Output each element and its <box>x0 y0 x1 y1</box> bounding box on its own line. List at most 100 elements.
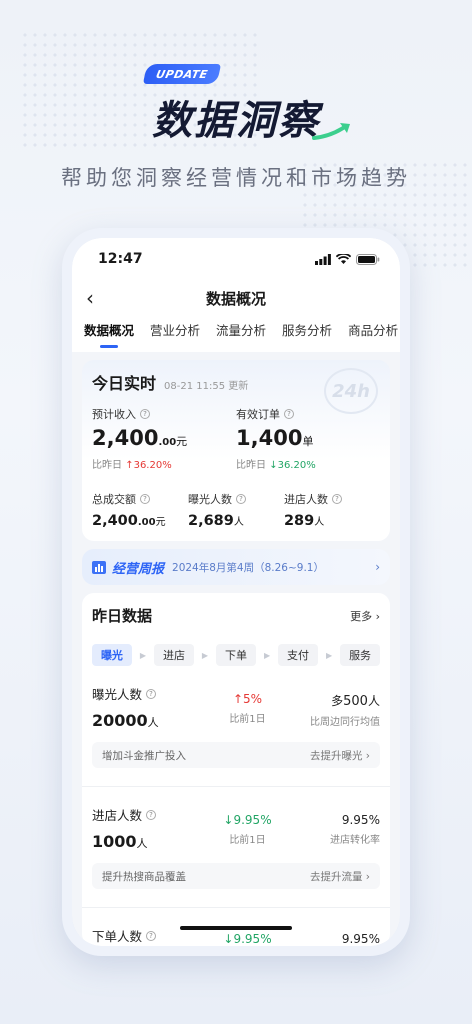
visitors-label: 进店人数 <box>283 493 328 506</box>
tab-service[interactable]: 服务分析 <box>282 316 332 352</box>
suggestion-link: 去提升流量 <box>309 870 363 883</box>
today-realtime-card: 24h 今日实时 08-21 11:55 更新 预计收入? 2,400.00元 … <box>82 360 390 541</box>
suggestion-row[interactable]: 提升热搜商品覆盖 去提升流量 › <box>92 863 380 889</box>
gmv-decimal: .00 <box>137 517 156 528</box>
step-arrow-icon: ▶ <box>139 650 147 660</box>
help-icon[interactable]: ? <box>140 409 150 419</box>
suggestion-link: 去提升曝光 <box>309 749 363 762</box>
metric-visitors: 进店人数? 1000人 ↓9.95% 比前1日 9.95% 进店转化率 提升热搜… <box>92 805 380 889</box>
orders-unit: 单 <box>302 435 314 448</box>
weekly-report-period: 2024年8月第4周（8.26~9.1） <box>172 561 324 574</box>
suggestion-row[interactable]: 增加斗金推广投入 去提升曝光 › <box>92 742 380 768</box>
more-label: 更多 <box>350 609 373 623</box>
revenue-stat[interactable]: 预计收入? 2,400.00元 比昨日 ↑36.20% <box>92 406 236 471</box>
app-screen: 12:47 ‹ 数据概况 数据概况 营业分析 流量分析 服务分析 商品分析 24… <box>72 238 400 946</box>
metric-change-label: 比前1日 <box>229 835 266 846</box>
metric-unit: 人 <box>136 837 148 850</box>
today-title: 今日实时 <box>92 374 157 393</box>
help-icon[interactable]: ? <box>331 494 342 504</box>
more-link[interactable]: 更多 › <box>350 608 380 624</box>
revenue-value: 2,400 <box>92 426 159 450</box>
battery-icon <box>356 253 380 265</box>
weekly-report-title: 经营周报 <box>112 561 165 577</box>
exposure-value: 2,689 <box>187 513 234 529</box>
gmv-unit: 元 <box>155 517 166 528</box>
down-arrow-icon: ↓ <box>269 460 278 471</box>
orders-change: 36.20% <box>277 460 316 471</box>
promo-banner: UPDATE 数据洞察 帮助您洞察经营情况和市场趋势 <box>0 58 472 208</box>
metric-label: 下单人数 <box>92 929 143 944</box>
gmv-value: 2,400 <box>92 513 138 529</box>
tab-bar: 数据概况 营业分析 流量分析 服务分析 商品分析 <box>72 316 400 352</box>
update-timestamp: 08-21 11:55 更新 <box>164 381 249 392</box>
tab-traffic[interactable]: 流量分析 <box>216 316 266 352</box>
weekly-report-banner[interactable]: 经营周报 2024年8月第4周（8.26~9.1） › <box>82 549 390 585</box>
revenue-change: 36.20% <box>133 460 172 471</box>
home-indicator[interactable] <box>180 926 292 930</box>
promo-headline: 数据洞察 <box>152 98 320 144</box>
tab-overview[interactable]: 数据概况 <box>84 316 134 352</box>
compare-label: 比昨日 <box>236 460 266 471</box>
status-bar: 12:47 <box>72 238 400 280</box>
down-arrow-icon: ↓ <box>223 813 234 827</box>
metric-label: 进店人数 <box>92 808 143 823</box>
step-exposure[interactable]: 曝光 <box>92 644 132 666</box>
page-title: 数据概况 <box>205 289 266 308</box>
step-service[interactable]: 服务 <box>340 644 380 666</box>
gmv-stat[interactable]: 总成交额? 2,400.00元 <box>92 491 188 529</box>
suggestion-text: 提升热搜商品覆盖 <box>102 870 186 883</box>
metric-change: 5% <box>243 692 263 706</box>
orders-value: 1,400 <box>236 426 303 450</box>
help-icon[interactable]: ? <box>140 494 150 504</box>
step-order[interactable]: 下单 <box>216 644 256 666</box>
bar-chart-icon <box>92 560 106 574</box>
nav-bar: ‹ 数据概况 <box>72 280 400 316</box>
step-pay[interactable]: 支付 <box>278 644 318 666</box>
trend-arrow-icon <box>312 123 350 140</box>
help-icon[interactable]: ? <box>284 409 294 419</box>
orders-label: 有效订单 <box>236 408 280 421</box>
visitors-unit: 人 <box>314 517 325 528</box>
metric-unit: 人 <box>147 716 159 729</box>
clock-24h-icon: 24h <box>324 368 378 414</box>
chevron-right-icon: › <box>365 749 370 762</box>
exposure-stat[interactable]: 曝光人数? 2,689人 <box>188 491 284 529</box>
step-visit[interactable]: 进店 <box>154 644 194 666</box>
divider <box>82 907 390 908</box>
chevron-right-icon: › <box>375 560 380 574</box>
suggestion-text: 增加斗金推广投入 <box>102 749 186 762</box>
divider <box>82 786 390 787</box>
visitors-value: 289 <box>283 513 315 529</box>
metric-label: 曝光人数 <box>92 687 143 702</box>
help-icon[interactable]: ? <box>146 809 157 820</box>
yesterday-data-card: 昨日数据 更多 › 曝光 ▶ 进店 ▶ 下单 ▶ 支付 ▶ 服务 曝光人数? 2… <box>82 593 390 946</box>
wifi-icon <box>336 253 351 264</box>
chevron-right-icon: › <box>375 609 380 623</box>
help-icon[interactable]: ? <box>235 494 246 504</box>
promo-subtitle: 帮助您洞察经营情况和市场趋势 <box>61 166 411 190</box>
metric-value: 1000 <box>92 832 137 851</box>
exposure-label: 曝光人数 <box>187 493 232 506</box>
metric-change-label: 比前1日 <box>229 714 266 725</box>
step-arrow-icon: ▶ <box>201 650 209 660</box>
yesterday-title: 昨日数据 <box>92 607 153 625</box>
peer-prefix: 多 <box>331 694 344 708</box>
chevron-right-icon: › <box>365 870 370 883</box>
help-icon[interactable]: ? <box>146 688 157 699</box>
tab-product[interactable]: 商品分析 <box>348 316 398 352</box>
peer-value: 9.95% <box>341 932 380 946</box>
chevron-left-icon[interactable]: ‹ <box>86 286 94 310</box>
peer-value: 9.95% <box>341 813 380 827</box>
metric-change: 9.95% <box>233 932 272 946</box>
tab-business[interactable]: 营业分析 <box>150 316 200 352</box>
visitors-stat[interactable]: 进店人数? 289人 <box>284 491 380 529</box>
orders-stat[interactable]: 有效订单? 1,400单 比昨日 ↓36.20% <box>236 406 380 471</box>
gmv-label: 总成交额 <box>92 493 136 506</box>
revenue-decimal: .00 <box>158 437 177 448</box>
step-arrow-icon: ▶ <box>325 650 333 660</box>
revenue-label: 预计收入 <box>92 408 136 421</box>
help-icon[interactable]: ? <box>146 930 157 941</box>
peer-label: 进店转化率 <box>329 835 380 846</box>
funnel-steps: 曝光 ▶ 进店 ▶ 下单 ▶ 支付 ▶ 服务 <box>92 644 380 666</box>
down-arrow-icon: ↓ <box>223 932 234 946</box>
